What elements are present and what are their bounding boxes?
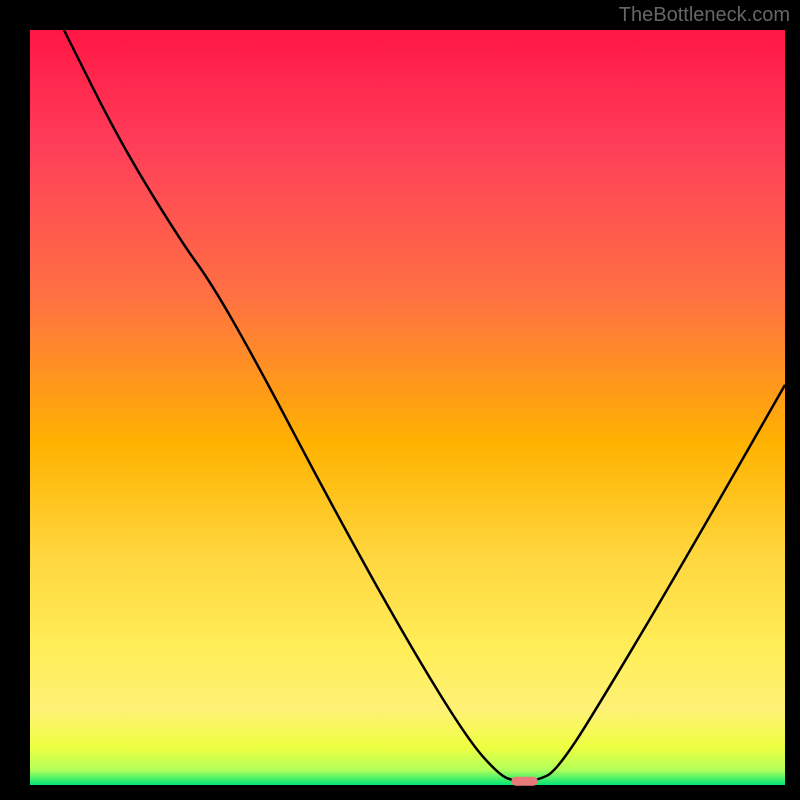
optimal-marker (511, 777, 537, 786)
bottleneck-chart (0, 0, 800, 800)
watermark-text: TheBottleneck.com (619, 4, 790, 27)
plot-background (30, 30, 785, 785)
chart-svg (0, 0, 800, 800)
